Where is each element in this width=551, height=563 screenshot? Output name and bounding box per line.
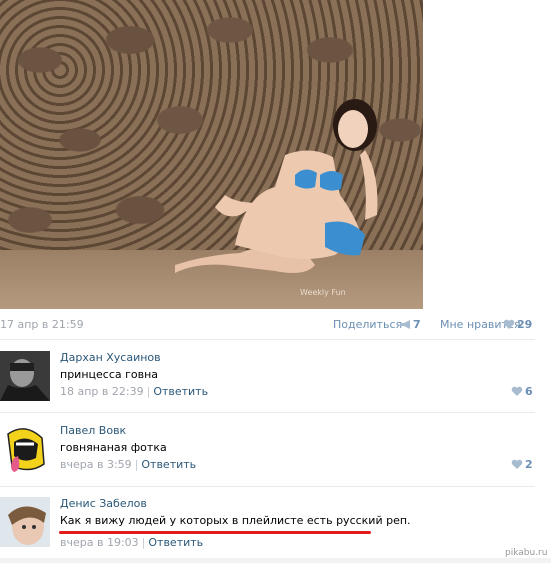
- reply-link[interactable]: Ответить: [148, 536, 203, 549]
- photo-person: [175, 99, 378, 273]
- divider: [0, 412, 535, 413]
- divider: [0, 486, 535, 487]
- reply-link[interactable]: Ответить: [153, 385, 208, 398]
- comment-author[interactable]: Павел Вовк: [60, 424, 126, 437]
- avatar[interactable]: [0, 424, 50, 474]
- heart-icon[interactable]: [503, 319, 515, 330]
- comment-text: принцесса говна: [60, 368, 159, 381]
- red-underline: [59, 531, 371, 534]
- separator: |: [141, 536, 146, 549]
- comment-like-count: 2: [525, 458, 533, 471]
- comment-author[interactable]: Денис Забелов: [60, 497, 147, 510]
- comment-item: Денис Забелов Как я вижу людей у которых…: [0, 497, 535, 549]
- comment-date[interactable]: вчера в 19:03: [60, 536, 139, 549]
- comment-meta: вчера в 19:03 | Ответить: [60, 536, 203, 549]
- share-button[interactable]: Поделиться: [333, 318, 402, 331]
- comment-item: Павел Вовк говнянаная фотка вчера в 3:59…: [0, 424, 535, 476]
- comment-item: Дархан Хусаинов принцесса говна 18 апр в…: [0, 351, 535, 403]
- heart-icon: [511, 386, 523, 396]
- comment-text: Как я вижу людей у которых в плейлисте е…: [60, 514, 411, 527]
- share-count: 7: [413, 318, 421, 331]
- post-date[interactable]: 17 апр в 21:59: [0, 318, 84, 331]
- comment-like-count: 6: [525, 385, 533, 398]
- reply-link[interactable]: Ответить: [141, 458, 196, 471]
- like-count: 29: [517, 318, 533, 331]
- post-photo[interactable]: Weekly Fun: [0, 0, 423, 309]
- avatar[interactable]: [0, 497, 50, 547]
- site-watermark: pikabu.ru: [505, 548, 548, 558]
- comment-meta: вчера в 3:59 | Ответить: [60, 458, 196, 471]
- avatar[interactable]: [0, 351, 50, 401]
- megaphone-icon[interactable]: [399, 319, 412, 330]
- comment-date[interactable]: вчера в 3:59: [60, 458, 132, 471]
- post-footer: 17 апр в 21:59 Поделиться 7 Мне нравится…: [0, 316, 535, 332]
- separator: |: [146, 385, 151, 398]
- comment-text: говнянаная фотка: [60, 441, 167, 454]
- comment-author[interactable]: Дархан Хусаинов: [60, 351, 161, 364]
- comment-meta: 18 апр в 22:39 | Ответить: [60, 385, 208, 398]
- photo-watermark: Weekly Fun: [300, 288, 346, 297]
- comment-date[interactable]: 18 апр в 22:39: [60, 385, 144, 398]
- heart-icon: [511, 459, 523, 469]
- bottom-band: [0, 558, 551, 563]
- divider: [0, 339, 535, 340]
- separator: |: [134, 458, 139, 471]
